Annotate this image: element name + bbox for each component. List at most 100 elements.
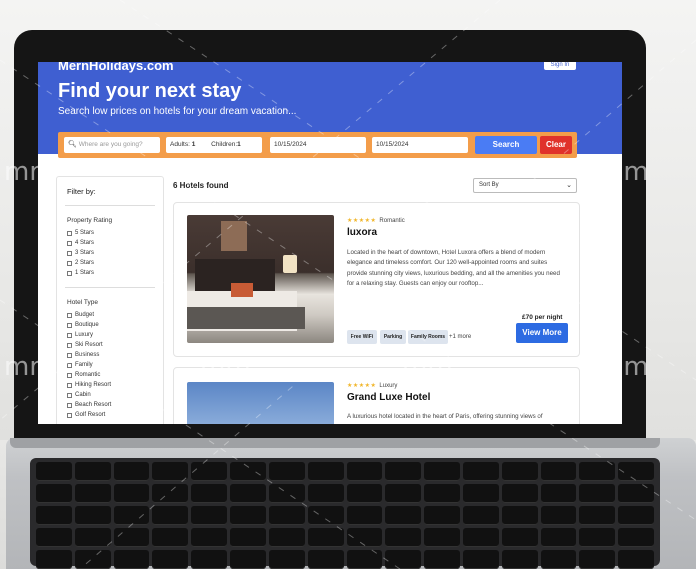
hotel-name[interactable]: Grand Luxe Hotel — [347, 392, 430, 403]
wall-art — [221, 221, 247, 251]
checkbox[interactable] — [67, 372, 72, 378]
rating-option[interactable]: 1 Stars — [67, 270, 94, 276]
keyboard-key — [385, 528, 422, 547]
checkbox[interactable] — [67, 412, 72, 418]
checkout-date-input[interactable]: 10/15/2024 — [372, 137, 468, 153]
keyboard-key — [152, 528, 189, 547]
checkbox[interactable] — [67, 352, 72, 358]
keyboard-key — [501, 506, 538, 525]
keyboard-key — [540, 484, 577, 503]
keyboard-key — [346, 462, 383, 481]
rating-option[interactable]: 2 Stars — [67, 260, 94, 266]
keyboard-key — [618, 550, 654, 569]
rating-option[interactable]: 4 Stars — [67, 240, 94, 246]
type-option[interactable]: Business — [67, 352, 99, 358]
results-count: 6 Hotels found — [173, 181, 229, 190]
keyboard-key — [230, 462, 266, 481]
brand-logo[interactable]: MernHolidays.com — [58, 62, 174, 73]
keyboard-key — [540, 462, 577, 481]
type-option[interactable]: Family — [67, 362, 93, 368]
keyboard-key — [579, 462, 616, 481]
keyboard-key — [424, 484, 460, 503]
type-option[interactable]: Beach Resort — [67, 402, 111, 408]
keyboard-key — [191, 528, 228, 547]
guests-field[interactable]: Adults: 1 Children:1 — [166, 137, 262, 153]
children-input[interactable]: 1 — [237, 141, 241, 148]
keyboard-key — [579, 550, 616, 569]
type-option-label: Golf Resort — [75, 412, 106, 418]
facility-badge: Family Rooms — [408, 330, 448, 344]
hotel-name[interactable]: luxora — [347, 227, 377, 238]
checkbox[interactable] — [67, 342, 72, 348]
keyboard-key — [230, 528, 266, 547]
keyboard-key — [113, 528, 150, 547]
keyboard-key — [191, 550, 228, 569]
keyboard-key — [501, 462, 538, 481]
hotel-price: £70 per night — [522, 314, 563, 321]
destination-input[interactable]: 🔍︎ Where are you going? — [64, 137, 160, 153]
keyboard-key — [268, 484, 305, 503]
laptop-keyboard — [30, 458, 660, 569]
keyboard-key — [36, 506, 72, 525]
type-option[interactable]: Romantic — [67, 372, 100, 378]
type-option-label: Budget — [75, 312, 95, 318]
checkbox[interactable] — [67, 240, 72, 246]
checkbox[interactable] — [67, 260, 72, 266]
keyboard-key — [424, 528, 460, 547]
checkbox[interactable] — [67, 230, 72, 236]
search-button[interactable]: Search — [475, 136, 537, 154]
keyboard-key — [74, 462, 111, 481]
checkbox[interactable] — [67, 382, 72, 388]
more-facilities: +1 more — [449, 334, 472, 340]
type-option[interactable]: Golf Resort — [67, 412, 105, 418]
keyboard-key — [618, 462, 654, 481]
keyboard-key — [268, 528, 305, 547]
keyboard-key — [191, 506, 228, 525]
keyboard-key — [152, 506, 189, 525]
children-label: Children: — [211, 141, 238, 148]
keyboard-key — [346, 484, 383, 503]
checkbox[interactable] — [67, 322, 72, 328]
rating-option[interactable]: 5 Stars — [67, 230, 94, 236]
keyboard-key — [579, 484, 616, 503]
keyboard-key — [385, 462, 422, 481]
stars-icon: ★★★★★ — [347, 383, 377, 389]
type-option[interactable]: Boutique — [67, 322, 99, 328]
keyboard-key — [36, 550, 72, 569]
checkbox[interactable] — [67, 362, 72, 368]
hotel-card: ★★★★★ Romantic luxora Located in the hear… — [173, 202, 580, 357]
pillow — [231, 283, 253, 297]
divider — [65, 205, 155, 206]
stars-icon: ★★★★★ — [347, 218, 377, 224]
checkbox[interactable] — [67, 312, 72, 318]
adults-input[interactable]: 1 — [192, 141, 196, 148]
clear-button[interactable]: Clear — [540, 136, 572, 154]
checkin-date-input[interactable]: 10/15/2024 — [270, 137, 366, 153]
keyboard-key — [230, 506, 266, 525]
rating-option[interactable]: 3 Stars — [67, 250, 94, 256]
type-option[interactable]: Cabin — [67, 392, 91, 398]
keyboard-key — [540, 506, 577, 525]
sort-select[interactable]: Sort By ⌄ — [473, 178, 577, 193]
hotel-image[interactable] — [187, 215, 334, 343]
type-option-label: Boutique — [75, 322, 99, 328]
sign-in-button[interactable]: Sign In — [544, 62, 576, 70]
checkbox[interactable] — [67, 402, 72, 408]
type-option[interactable]: Ski Resort — [67, 342, 103, 348]
checkbox[interactable] — [67, 250, 72, 256]
type-option[interactable]: Luxury — [67, 332, 93, 338]
hotel-image[interactable] — [187, 382, 334, 424]
rating-filter-title: Property Rating — [67, 217, 113, 224]
keyboard-key — [113, 550, 150, 569]
view-more-button[interactable]: View More — [516, 323, 568, 343]
checkbox[interactable] — [67, 270, 72, 276]
rating-option-label: 4 Stars — [75, 240, 95, 246]
checkbox[interactable] — [67, 392, 72, 398]
type-option[interactable]: Budget — [67, 312, 94, 318]
type-option[interactable]: Hiking Resort — [67, 382, 111, 388]
keyboard-key — [191, 462, 228, 481]
keyboard-key — [540, 528, 577, 547]
type-option-label: Hiking Resort — [75, 382, 112, 388]
keyboard-key — [268, 462, 305, 481]
checkbox[interactable] — [67, 332, 72, 338]
